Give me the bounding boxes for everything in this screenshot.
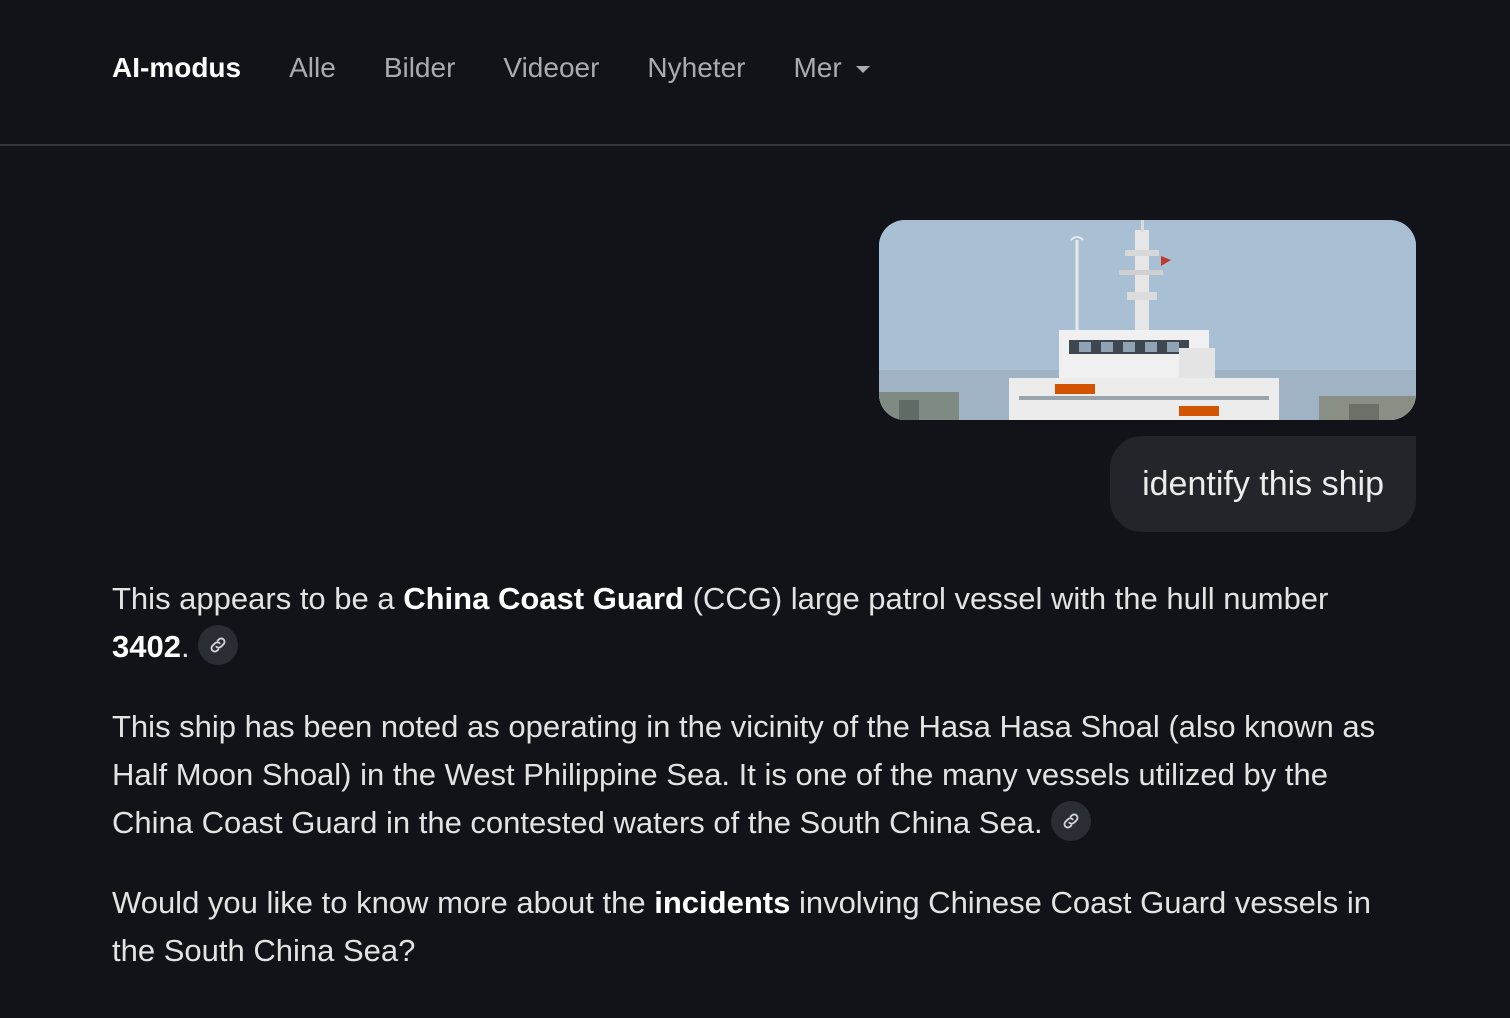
tab-more-label: Mer	[793, 52, 842, 83]
ship-photo	[879, 220, 1416, 420]
tab-more[interactable]: Mer	[793, 50, 870, 86]
tab-all[interactable]: Alle	[289, 50, 336, 86]
answer-bold-text: incidents	[654, 885, 791, 920]
ai-answer: This appears to be a China Coast Guard (…	[112, 575, 1412, 1007]
top-navigation-bar: AI-modus Alle Bilder Videoer Nyheter Mer	[0, 0, 1510, 146]
answer-paragraph-2: This ship has been noted as operating in…	[112, 703, 1412, 847]
source-link-button[interactable]	[1050, 800, 1091, 841]
tab-videos[interactable]: Videoer	[503, 50, 599, 86]
answer-text: Would you like to know more about the	[112, 885, 655, 920]
answer-bold-text: 3402	[112, 629, 181, 664]
uploaded-ship-image[interactable]	[879, 220, 1416, 420]
answer-text: This ship has been noted as operating in…	[112, 709, 1376, 840]
answer-text: (CCG) large patrol vessel with the hull …	[684, 581, 1329, 616]
tab-news[interactable]: Nyheter	[647, 50, 745, 86]
answer-text: This appears to be a	[112, 581, 404, 616]
source-link-button[interactable]	[197, 624, 238, 665]
answer-paragraph-1: This appears to be a China Coast Guard (…	[112, 575, 1412, 671]
answer-paragraph-3: Would you like to know more about the in…	[112, 879, 1412, 975]
link-icon	[210, 637, 226, 653]
user-query-bubble: identify this ship	[1110, 436, 1416, 532]
search-mode-tabs: AI-modus Alle Bilder Videoer Nyheter Mer	[112, 50, 918, 86]
chevron-down-icon	[855, 65, 870, 73]
answer-text: .	[180, 629, 190, 664]
tab-ai-mode[interactable]: AI-modus	[112, 50, 241, 86]
tab-images[interactable]: Bilder	[384, 50, 456, 86]
link-icon	[1063, 813, 1078, 829]
answer-bold-text: China Coast Guard	[403, 581, 684, 616]
